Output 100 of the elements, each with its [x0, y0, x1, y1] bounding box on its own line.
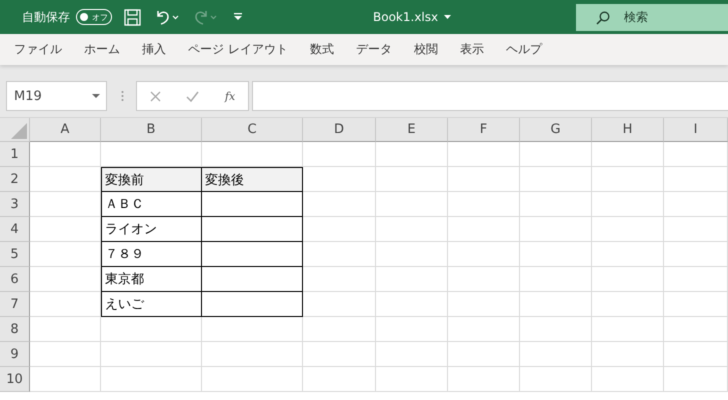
grid-cell[interactable] — [303, 367, 376, 392]
grid-cell[interactable] — [303, 267, 376, 292]
caret-icon[interactable] — [444, 15, 452, 19]
ribbon-tab[interactable]: データ — [356, 41, 392, 58]
check-icon[interactable] — [186, 90, 200, 102]
grid-cell[interactable] — [202, 342, 303, 367]
row-header[interactable]: 1 — [0, 142, 30, 167]
grid-cell[interactable] — [664, 192, 728, 217]
column-header[interactable]: H — [592, 118, 664, 142]
grid-cell[interactable] — [664, 367, 728, 392]
grid-cell[interactable] — [376, 317, 448, 342]
grid-cell[interactable] — [376, 192, 448, 217]
grid-cell[interactable] — [376, 217, 448, 242]
grid-cell[interactable] — [448, 342, 520, 367]
insert-function-button[interactable]: fx — [224, 90, 236, 102]
grid-cell[interactable] — [376, 267, 448, 292]
grid-cell[interactable] — [664, 292, 728, 317]
grid-cell[interactable] — [30, 342, 101, 367]
cancel-icon[interactable] — [150, 90, 161, 102]
column-header[interactable]: C — [202, 118, 303, 142]
grid-cell[interactable] — [664, 167, 728, 192]
column-header[interactable]: D — [303, 118, 376, 142]
column-header[interactable]: B — [101, 118, 202, 142]
column-header[interactable]: G — [520, 118, 592, 142]
row-header[interactable]: 4 — [0, 217, 30, 242]
column-header[interactable]: E — [376, 118, 448, 142]
grid-cell[interactable] — [303, 167, 376, 192]
grid-cell[interactable] — [592, 217, 664, 242]
row-header[interactable]: 10 — [0, 367, 30, 392]
ribbon-tab[interactable]: 校閲 — [414, 41, 438, 58]
column-header[interactable]: F — [448, 118, 520, 142]
grid-cell[interactable] — [30, 367, 101, 392]
grid-cell[interactable] — [202, 367, 303, 392]
grid-cell[interactable] — [448, 242, 520, 267]
grid-cell[interactable] — [664, 142, 728, 167]
grid-cell[interactable] — [376, 292, 448, 317]
grid-cell[interactable] — [303, 217, 376, 242]
save-icon[interactable] — [124, 8, 141, 26]
grid-cell[interactable] — [303, 242, 376, 267]
grid-cell[interactable] — [376, 242, 448, 267]
dropdown-icon[interactable] — [92, 94, 100, 98]
document-title[interactable]: Book1.xlsx — [373, 10, 452, 24]
ribbon-tab[interactable]: 表示 — [460, 41, 484, 58]
grid-cell[interactable] — [448, 167, 520, 192]
column-header[interactable]: A — [30, 118, 101, 142]
grid-cell[interactable] — [592, 292, 664, 317]
ribbon-tab[interactable]: 数式 — [310, 41, 334, 58]
ribbon-tab[interactable]: ホーム — [84, 41, 120, 58]
grid-cell[interactable] — [376, 342, 448, 367]
grid-cell[interactable] — [448, 217, 520, 242]
grid-cell[interactable] — [376, 167, 448, 192]
grid-cell[interactable] — [448, 142, 520, 167]
grid-cell[interactable] — [520, 292, 592, 317]
formula-input[interactable] — [252, 81, 728, 111]
ribbon-tab[interactable]: ヘルプ — [506, 41, 542, 58]
grid-cell[interactable] — [592, 267, 664, 292]
grid-cell[interactable] — [30, 142, 101, 167]
grid-cell[interactable] — [30, 292, 101, 317]
grid-cell[interactable] — [592, 242, 664, 267]
grid-cell[interactable] — [448, 367, 520, 392]
grid-cell[interactable] — [520, 317, 592, 342]
grid-cell[interactable] — [376, 142, 448, 167]
name-box[interactable]: M19 — [6, 81, 107, 111]
grid-cell[interactable] — [30, 242, 101, 267]
grid-cell[interactable] — [30, 317, 101, 342]
search-field[interactable]: 検索 — [576, 4, 728, 31]
grid-cell[interactable] — [520, 242, 592, 267]
row-header[interactable]: 6 — [0, 267, 30, 292]
grid-cell[interactable] — [30, 192, 101, 217]
grid-cell[interactable] — [448, 292, 520, 317]
grid-cell[interactable] — [520, 142, 592, 167]
grid-cell[interactable] — [303, 142, 376, 167]
grid-cell[interactable] — [448, 267, 520, 292]
grid-cell[interactable] — [520, 217, 592, 242]
grid-cell[interactable] — [664, 242, 728, 267]
grid-cell[interactable] — [520, 367, 592, 392]
grid-cell[interactable] — [30, 267, 101, 292]
grid-cell[interactable] — [520, 192, 592, 217]
row-header[interactable]: 2 — [0, 167, 30, 192]
grid-cell[interactable] — [30, 217, 101, 242]
grid-cell[interactable] — [592, 342, 664, 367]
grid-cell[interactable] — [448, 192, 520, 217]
grid-cell[interactable] — [592, 192, 664, 217]
grid-cell[interactable] — [592, 142, 664, 167]
grid-cell[interactable] — [303, 342, 376, 367]
grid-cell[interactable] — [664, 217, 728, 242]
grid-cell[interactable] — [376, 367, 448, 392]
ribbon-tab[interactable]: 挿入 — [142, 41, 166, 58]
grid-cell[interactable] — [592, 317, 664, 342]
grid-cell[interactable] — [101, 317, 202, 342]
grid-cell[interactable] — [664, 267, 728, 292]
grid-cell[interactable] — [520, 267, 592, 292]
grid-cell[interactable] — [592, 167, 664, 192]
grid-cell[interactable] — [303, 317, 376, 342]
ribbon-tab[interactable]: ファイル — [14, 41, 62, 58]
row-header[interactable]: 5 — [0, 242, 30, 267]
column-header[interactable]: I — [664, 118, 728, 142]
row-header[interactable]: 9 — [0, 342, 30, 367]
row-header[interactable]: 3 — [0, 192, 30, 217]
grid-cell[interactable] — [664, 342, 728, 367]
